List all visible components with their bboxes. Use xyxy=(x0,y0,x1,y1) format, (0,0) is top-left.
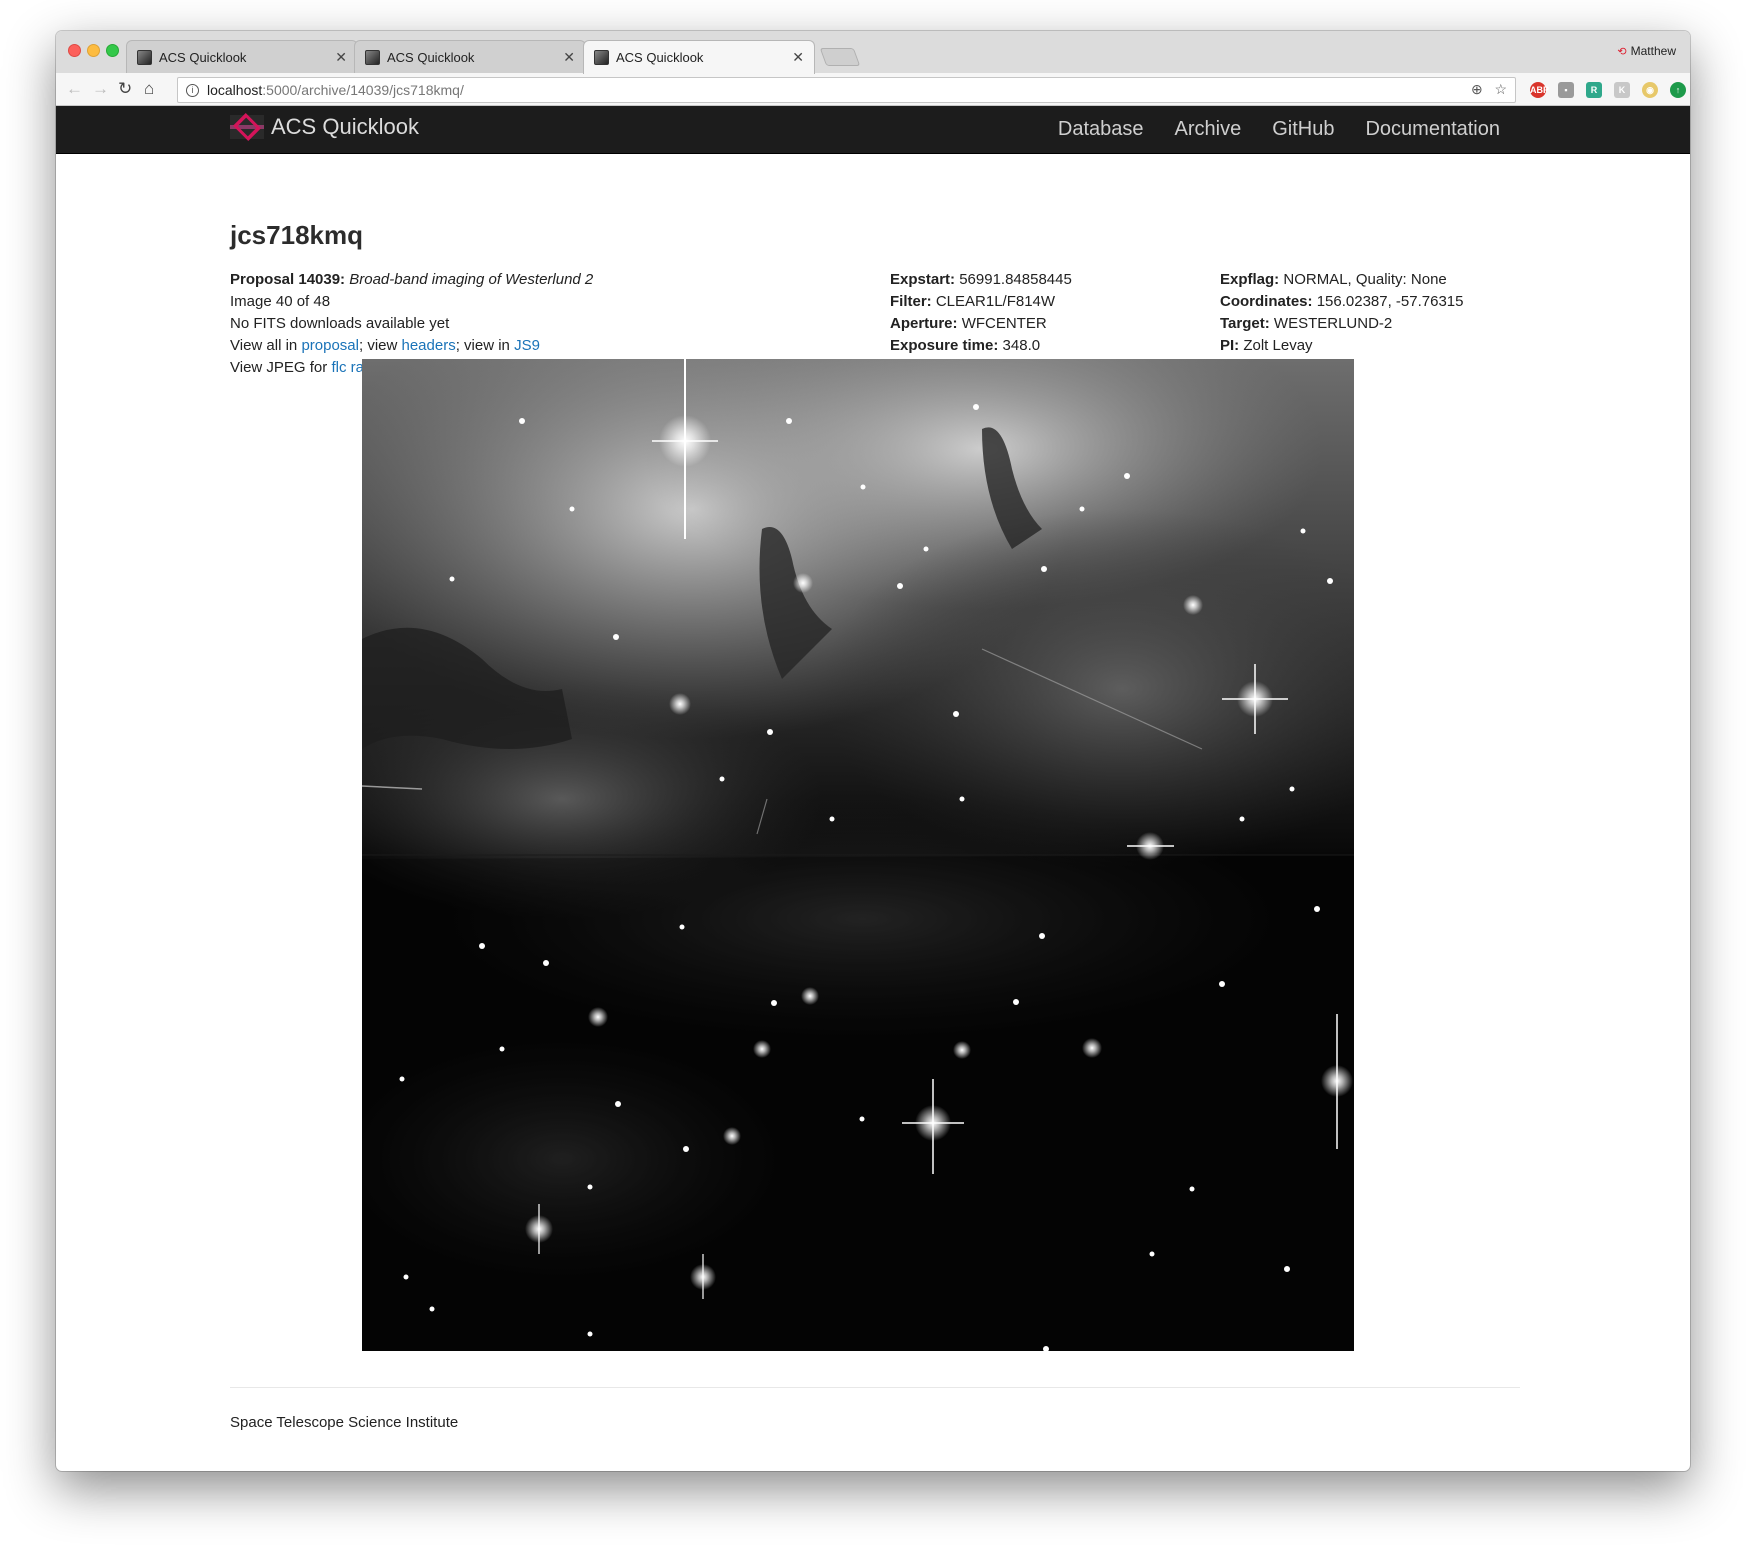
adblock-icon[interactable]: ABP xyxy=(1530,82,1549,98)
coordinates-value: 156.02387, -57.76315 xyxy=(1316,293,1464,310)
target-info: Expflag: NORMAL, Quality: None Coordinat… xyxy=(1220,269,1464,357)
back-arrow-icon[interactable]: ← xyxy=(66,79,83,99)
proposal-title: Broad-band imaging of Westerlund 2 xyxy=(349,271,594,288)
url-path: :5000/archive/14039/jcs718kmq/ xyxy=(262,82,464,98)
exposure-info: Expstart: 56991.84858445 Filter: CLEAR1L… xyxy=(890,269,1072,357)
browser-toolbar: ← → ↻ ⌂ i localhost:5000/archive/14039/j… xyxy=(56,73,1690,106)
js9-link[interactable]: JS9 xyxy=(514,337,540,354)
expstart-value: 56991.84858445 xyxy=(959,271,1072,288)
image-index: Image 40 of 48 xyxy=(230,293,331,310)
browser-tab-1[interactable]: ACS Quicklook ✕ xyxy=(126,40,358,73)
exposure-time-row: Exposure time: 348.0 xyxy=(890,335,1072,357)
reload-icon[interactable]: ↻ xyxy=(118,79,132,99)
profile-icon: ⟲ xyxy=(1617,46,1627,58)
r-extension-icon[interactable]: R xyxy=(1586,82,1602,98)
coordinates-label: Coordinates: xyxy=(1220,293,1313,310)
bookmark-star-icon[interactable]: ☆ xyxy=(1494,81,1507,97)
view-sep-1: ; view xyxy=(358,337,402,354)
quicklook-image xyxy=(362,359,1354,1351)
omnibox-actions: ⊕ ☆ xyxy=(1471,81,1507,98)
expstart-label: Expstart: xyxy=(890,271,956,288)
forward-arrow-icon[interactable]: → xyxy=(92,79,109,99)
tab-title: ACS Quicklook xyxy=(159,49,247,65)
url-host: localhost xyxy=(207,82,263,98)
flc-link[interactable]: flc xyxy=(331,359,346,376)
headers-link[interactable]: headers xyxy=(402,337,456,354)
page-title: jcs718kmq xyxy=(230,220,363,250)
aperture-value: WFCENTER xyxy=(961,315,1047,332)
nav-link-database[interactable]: Database xyxy=(1058,118,1144,141)
tab-title: ACS Quicklook xyxy=(387,49,475,65)
target-row: Target: WESTERLUND-2 xyxy=(1220,313,1464,335)
aperture-row: Aperture: WFCENTER xyxy=(890,313,1072,335)
brand-text: ACS Quicklook xyxy=(271,114,419,139)
nav-link-documentation[interactable]: Documentation xyxy=(1365,118,1500,141)
target-value: WESTERLUND-2 xyxy=(1273,315,1393,332)
expflag-value: NORMAL, Quality: None xyxy=(1283,271,1447,288)
footer-divider xyxy=(230,1387,1520,1388)
address-bar[interactable]: i localhost:5000/archive/14039/jcs718kmq… xyxy=(177,77,1516,103)
tab-close-icon[interactable]: ✕ xyxy=(792,49,804,66)
tab-favicon-icon xyxy=(594,50,609,65)
filter-row: Filter: CLEAR1L/F814W xyxy=(890,291,1072,313)
coordinates-row: Coordinates: 156.02387, -57.76315 xyxy=(1220,291,1464,313)
nav-link-archive[interactable]: Archive xyxy=(1175,118,1242,141)
browser-tab-2[interactable]: ACS Quicklook ✕ xyxy=(354,40,586,73)
aperture-label: Aperture: xyxy=(890,315,958,332)
owl-extension-icon[interactable]: ◉ xyxy=(1642,82,1658,98)
exposure-time-value: 348.0 xyxy=(1002,337,1041,354)
pi-value: Zolt Levay xyxy=(1243,337,1313,354)
tab-favicon-icon xyxy=(365,49,380,65)
profile-name: Matthew xyxy=(1630,44,1676,58)
expflag-row: Expflag: NORMAL, Quality: None xyxy=(1220,269,1464,291)
view-links-line: View all in proposal; view headers; view… xyxy=(230,335,593,357)
acs-logo-icon xyxy=(230,112,264,142)
filter-value: CLEAR1L/F814W xyxy=(935,293,1056,310)
expstart-row: Expstart: 56991.84858445 xyxy=(890,269,1072,291)
tab-strip: ACS Quicklook ✕ ACS Quicklook ✕ ACS Quic… xyxy=(56,31,1690,74)
exposure-time-label: Exposure time: xyxy=(890,337,999,354)
pi-label: PI: xyxy=(1220,337,1240,354)
proposal-label: Proposal 14039: xyxy=(230,271,346,288)
target-label: Target: xyxy=(1220,315,1270,332)
minimize-window-button[interactable] xyxy=(87,44,100,57)
nav-link-github[interactable]: GitHub xyxy=(1272,118,1334,141)
close-window-button[interactable] xyxy=(68,44,81,57)
new-tab-button[interactable] xyxy=(819,48,861,66)
k-extension-icon[interactable]: K xyxy=(1614,82,1630,98)
brand-link[interactable]: ACS Quicklook xyxy=(230,112,419,142)
site-info-icon[interactable]: i xyxy=(186,83,199,97)
home-icon[interactable]: ⌂ xyxy=(144,79,154,99)
site-navbar: ACS Quicklook Database Archive GitHub Do… xyxy=(56,106,1690,154)
filter-label: Filter: xyxy=(890,293,932,310)
browser-window: ACS Quicklook ✕ ACS Quicklook ✕ ACS Quic… xyxy=(56,31,1690,1471)
view-all-prefix: View all in xyxy=(230,337,302,354)
jpeg-prefix: View JPEG for xyxy=(230,359,332,376)
proposal-link[interactable]: proposal xyxy=(301,337,359,354)
tab-title: ACS Quicklook xyxy=(616,50,704,65)
fits-note: No FITS downloads available yet xyxy=(230,315,450,332)
tab-favicon-icon xyxy=(137,49,152,65)
view-sep-2: ; view in xyxy=(455,337,515,354)
nav-links: Database Archive GitHub Documentation xyxy=(1027,118,1500,141)
maximize-window-button[interactable] xyxy=(106,44,119,57)
tab-close-icon[interactable]: ✕ xyxy=(335,49,347,66)
nebula-starfield-image xyxy=(362,359,1354,1351)
profile-button[interactable]: ⟲ Matthew xyxy=(1617,44,1676,58)
pocket-icon[interactable]: ▪ xyxy=(1558,82,1574,98)
pi-row: PI: Zolt Levay xyxy=(1220,335,1464,357)
proposal-line: Proposal 14039: Broad-band imaging of We… xyxy=(230,269,593,291)
zoom-icon[interactable]: ⊕ xyxy=(1471,81,1483,97)
tab-close-icon[interactable]: ✕ xyxy=(563,49,575,66)
green-up-icon[interactable]: ↑ xyxy=(1670,82,1686,98)
footer-text: Space Telescope Science Institute xyxy=(230,1414,459,1431)
browser-tab-3-active[interactable]: ACS Quicklook ✕ xyxy=(583,40,815,74)
expflag-label: Expflag: xyxy=(1220,271,1280,288)
